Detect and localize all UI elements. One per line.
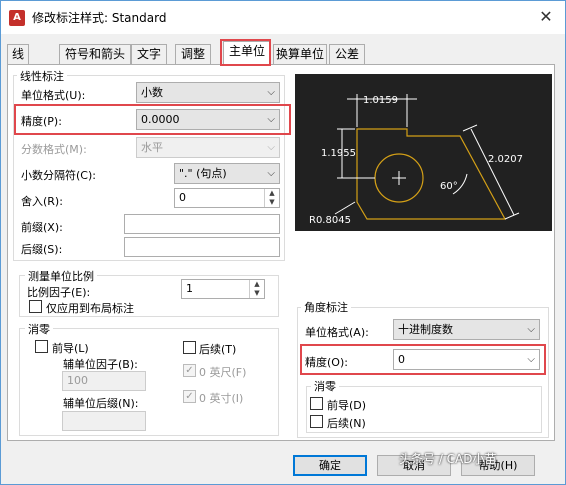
- scale-group-title: 测量单位比例: [25, 268, 97, 284]
- scale-factor-value: 1: [186, 282, 193, 295]
- chevron-down-icon: ⌵: [267, 168, 275, 179]
- sub-unit-suffix-input[interactable]: [62, 411, 146, 431]
- angular-unit-format-label: 单位格式(A):: [305, 326, 369, 339]
- leading-zero-label: 前导(L): [52, 342, 89, 355]
- tab-alternate-units[interactable]: 换算单位: [273, 44, 327, 65]
- chevron-down-icon: ⌵: [527, 324, 535, 335]
- preview-drawing: 1.0159 1.1955 2.0207 60° R0.8045: [309, 94, 523, 226]
- tab-lines[interactable]: 线: [7, 44, 29, 65]
- inches-label: 0 英寸(I): [199, 392, 244, 405]
- tab-tolerances[interactable]: 公差: [329, 44, 365, 65]
- linear-group-title: 线性标注: [17, 68, 67, 84]
- preview-angle: 60°: [440, 181, 458, 192]
- close-icon[interactable]: ✕: [535, 6, 557, 28]
- fraction-format-select[interactable]: 水平 ⌵: [136, 137, 280, 158]
- scale-factor-input[interactable]: 1 ▲ ▼: [181, 279, 265, 299]
- preview-dim-right: 2.0207: [488, 154, 523, 165]
- chevron-down-icon: ⌵: [267, 142, 275, 153]
- round-off-input[interactable]: 0 ▲ ▼: [174, 188, 280, 208]
- window-title: 修改标注样式: Standard: [32, 11, 167, 25]
- decimal-separator-value: "." (句点): [179, 167, 227, 180]
- sub-unit-suffix-label: 辅单位后缀(N):: [63, 397, 139, 410]
- spin-down-icon[interactable]: ▼: [250, 289, 264, 298]
- prefix-input[interactable]: [124, 214, 280, 234]
- angular-leading-label: 前导(D): [327, 399, 367, 412]
- unit-format-value: 小数: [141, 86, 163, 99]
- dimension-preview: 1.0159 1.1955 2.0207 60° R0.8045: [295, 74, 552, 231]
- tab-fit[interactable]: 调整: [175, 44, 211, 65]
- unit-format-label: 单位格式(U):: [21, 89, 86, 102]
- chevron-down-icon: ⌵: [267, 87, 275, 98]
- sub-unit-factor-value: 100: [67, 374, 88, 387]
- title-bar: A 修改标注样式: Standard ✕: [1, 1, 565, 34]
- unit-format-select[interactable]: 小数 ⌵: [136, 82, 280, 103]
- preview-dim-top: 1.0159: [363, 95, 398, 106]
- suffix-input[interactable]: [124, 237, 280, 257]
- feet-label: 0 英尺(F): [199, 366, 247, 379]
- prefix-label: 前缀(X):: [21, 221, 63, 234]
- zero-suppression-title: 消零: [25, 321, 53, 337]
- fraction-format-value: 水平: [141, 141, 163, 154]
- inches-checkbox[interactable]: ✓: [183, 390, 196, 403]
- layout-only-label: 仅应用到布局标注: [46, 302, 134, 315]
- preview-dim-left: 1.1955: [321, 148, 356, 159]
- leading-zero-checkbox[interactable]: [35, 340, 48, 353]
- angular-leading-checkbox[interactable]: [310, 397, 323, 410]
- spin-up-icon[interactable]: ▲: [250, 280, 264, 289]
- ok-button[interactable]: 确定: [293, 455, 367, 476]
- fraction-format-label: 分数格式(M):: [21, 143, 87, 156]
- watermark: 头条号 / CAD小苗: [399, 452, 497, 466]
- scale-factor-label: 比例因子(E):: [27, 286, 91, 299]
- decimal-separator-select[interactable]: "." (句点) ⌵: [174, 163, 280, 184]
- angular-precision-highlight: [300, 344, 546, 375]
- angular-trailing-label: 后续(N): [327, 417, 366, 430]
- scale-factor-spinner[interactable]: ▲ ▼: [249, 280, 264, 298]
- feet-checkbox[interactable]: ✓: [183, 364, 196, 377]
- round-off-spinner[interactable]: ▲ ▼: [264, 189, 279, 207]
- tab-highlight: [220, 39, 271, 66]
- angular-unit-format-value: 十进制度数: [398, 323, 453, 336]
- preview-part-outline: [356, 128, 507, 220]
- angular-zero-title: 消零: [311, 378, 339, 394]
- suffix-label: 后缀(S):: [21, 243, 63, 256]
- decimal-separator-label: 小数分隔符(C):: [21, 169, 96, 182]
- precision-highlight: [14, 104, 291, 135]
- trailing-zero-label: 后续(T): [199, 343, 237, 356]
- sub-unit-factor-input[interactable]: 100: [62, 371, 146, 391]
- app-icon: A: [9, 10, 25, 26]
- angular-unit-format-select[interactable]: 十进制度数 ⌵: [393, 319, 540, 340]
- tab-symbols-arrows[interactable]: 符号和箭头: [59, 44, 131, 65]
- preview-radius: R0.8045: [309, 215, 351, 226]
- sub-unit-factor-label: 辅单位因子(B):: [63, 358, 138, 371]
- angular-trailing-checkbox[interactable]: [310, 415, 323, 428]
- tab-text[interactable]: 文字: [131, 44, 167, 65]
- trailing-zero-checkbox[interactable]: [183, 341, 196, 354]
- angular-group-title: 角度标注: [301, 299, 351, 315]
- dialog-window: A 修改标注样式: Standard ✕ 线 符号和箭头 文字 调整 主单位 换…: [0, 0, 566, 485]
- layout-only-checkbox[interactable]: [29, 300, 42, 313]
- check-icon: ✓: [185, 391, 194, 402]
- round-off-value: 0: [179, 191, 186, 204]
- spin-up-icon[interactable]: ▲: [265, 189, 279, 198]
- round-off-label: 舍入(R):: [21, 195, 63, 208]
- check-icon: ✓: [185, 365, 194, 376]
- spin-down-icon[interactable]: ▼: [265, 198, 279, 207]
